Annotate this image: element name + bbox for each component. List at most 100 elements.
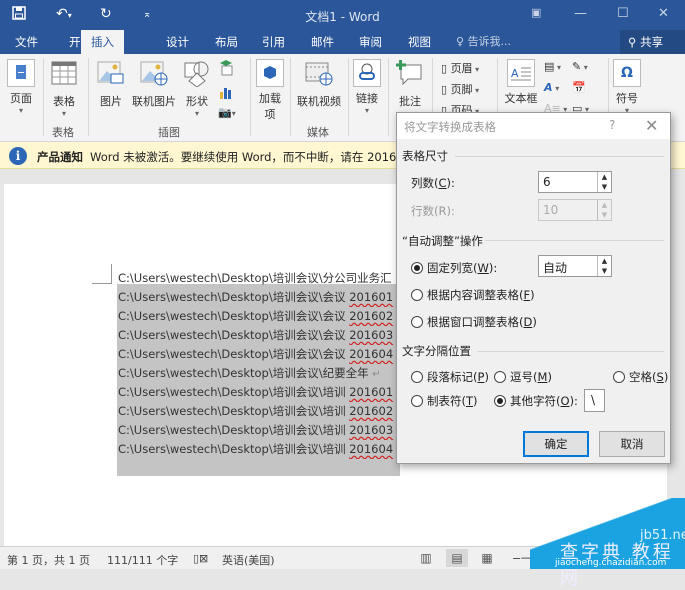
group-label-media: 媒体: [307, 126, 329, 139]
page-icon: [7, 59, 35, 87]
radio-icon: [411, 371, 423, 383]
quick-parts-icon[interactable]: ▤ ▾: [544, 60, 561, 73]
ok-button[interactable]: 确定: [523, 431, 589, 457]
spelling-error: 201601: [349, 385, 394, 399]
page-number-button[interactable]: ▯ 页码 ▾: [441, 102, 479, 112]
object-icon[interactable]: ▭ ▾: [572, 102, 589, 112]
column-width-value[interactable]: 自动: [543, 259, 567, 276]
columns-spinner[interactable]: 6 ▲ ▼: [538, 171, 612, 193]
chevron-down-icon: ▾: [61, 109, 66, 118]
spaces-radio[interactable]: 空格(S): [613, 369, 668, 385]
paragraph-mark-icon: ↵: [372, 369, 381, 380]
autofit-heading: “自动调整”操作: [402, 234, 483, 248]
addins-button[interactable]: 加载项: [256, 59, 284, 122]
autofit-window-radio[interactable]: 根据窗口调整表格(D): [411, 314, 537, 330]
group-separator: [88, 58, 89, 136]
symbol-button[interactable]: Ω 符号 ▾: [613, 59, 641, 115]
smartart-icon[interactable]: [218, 60, 234, 79]
drop-cap-icon[interactable]: A≡ ▾: [544, 102, 567, 112]
footer-button[interactable]: ▯ 页脚 ▾: [441, 81, 479, 97]
column-width-spinner[interactable]: 自动 ▲ ▼: [538, 255, 612, 277]
notice-message: Word 未被激活。要继续使用 Word，而不中断，请在 2016年: [90, 150, 408, 164]
radio-icon: [411, 395, 423, 407]
proofing-icon[interactable]: ▯⊠: [193, 552, 208, 565]
tab-review[interactable]: 审阅: [353, 30, 388, 54]
wordart-icon[interactable]: A ▾: [544, 81, 559, 94]
document-line[interactable]: C:\Users\westech\Desktop\培训会议\会议 201602: [118, 307, 396, 326]
shapes-button[interactable]: 形状 ▾: [183, 59, 211, 118]
spelling-error: 201602: [349, 404, 394, 418]
link-button[interactable]: 链接 ▾: [353, 59, 381, 115]
paragraph-marks-radio[interactable]: 段落标记(P): [411, 369, 489, 385]
header-button[interactable]: ▯ 页眉 ▾: [441, 60, 479, 76]
tab-references[interactable]: 引用: [256, 30, 291, 54]
help-button[interactable]: ?: [609, 118, 615, 132]
table-button[interactable]: 表格 ▾: [50, 59, 78, 118]
document-line[interactable]: C:\Users\westech\Desktop\培训会议\会议 201604: [118, 345, 396, 364]
pages-button[interactable]: 页面 ▾: [6, 59, 36, 115]
page-count[interactable]: 第 1 页，共 1 页: [7, 552, 90, 568]
radio-icon: [613, 371, 625, 383]
date-time-icon[interactable]: 📅: [572, 81, 586, 94]
web-layout-icon[interactable]: ▦: [476, 549, 498, 567]
document-line[interactable]: C:\Users\westech\Desktop\培训会议\纪要全年 ↵: [118, 364, 396, 383]
tab-file[interactable]: 文件: [9, 30, 44, 54]
spin-up-icon[interactable]: ▲: [598, 172, 611, 182]
document-line[interactable]: C:\Users\westech\Desktop\培训会议\会议 201603: [118, 326, 396, 345]
signature-line-icon[interactable]: ✎ ▾: [572, 60, 588, 73]
other-character-input[interactable]: \: [584, 389, 605, 412]
tab-view[interactable]: 视图: [402, 30, 437, 54]
online-video-button[interactable]: 联机视频: [294, 59, 344, 109]
table-icon: [50, 59, 78, 87]
document-line[interactable]: C:\Users\westech\Desktop\培训会议\培训 201602: [118, 402, 396, 421]
svg-text:A: A: [511, 67, 519, 80]
minimize-button[interactable]: —: [574, 6, 587, 21]
document-line[interactable]: C:\Users\westech\Desktop\培训会议\会议 201601: [118, 288, 396, 307]
print-layout-icon[interactable]: ▤: [446, 549, 468, 567]
online-video-icon: [305, 59, 333, 87]
document-line[interactable]: C:\Users\westech\Desktop\培训会议\培训 201601: [118, 383, 396, 402]
spin-down-icon[interactable]: ▼: [598, 266, 611, 276]
spin-down-icon[interactable]: ▼: [598, 182, 611, 192]
tell-me-search[interactable]: ♀ 告诉我...: [456, 30, 511, 54]
chart-icon[interactable]: [218, 84, 234, 103]
pictures-button[interactable]: 图片: [95, 59, 127, 109]
columns-value[interactable]: 6: [543, 175, 551, 189]
tabs-radio[interactable]: 制表符(T): [411, 393, 478, 409]
document-line[interactable]: C:\Users\westech\Desktop\培训会议\分公司业务汇: [118, 269, 396, 288]
group-separator: [348, 58, 349, 136]
maximize-button[interactable]: ☐: [617, 6, 629, 21]
language[interactable]: 英语(美国): [222, 552, 275, 568]
word-count[interactable]: 111/111 个字: [107, 552, 178, 568]
other-character-radio[interactable]: 其他字符(O):: [494, 393, 578, 409]
screenshot-icon[interactable]: 📷▾: [218, 106, 236, 119]
online-pictures-button[interactable]: 联机图片: [130, 59, 178, 109]
watermark-text: jiaocheng.chazidian.com: [555, 558, 667, 568]
separate-text-heading: 文字分隔位置: [402, 344, 471, 358]
textbox-button[interactable]: A 文本框: [503, 59, 539, 106]
cancel-button[interactable]: 取消: [599, 431, 665, 457]
document-line[interactable]: C:\Users\westech\Desktop\培训会议\培训 201603: [118, 421, 396, 440]
read-mode-icon[interactable]: ▥: [415, 549, 437, 567]
tab-design[interactable]: 设计: [160, 30, 195, 54]
fixed-column-width-radio[interactable]: 固定列宽(W):: [411, 260, 497, 276]
page-number-icon: ▯: [441, 104, 451, 112]
share-button[interactable]: ⚲ 共享: [620, 30, 685, 54]
comment-button[interactable]: 批注: [394, 59, 426, 109]
spelling-error: 201604: [349, 347, 394, 361]
vertical-scrollbar[interactable]: [669, 169, 685, 546]
autofit-contents-radio[interactable]: 根据内容调整表格(F): [411, 287, 535, 303]
spin-up-icon[interactable]: ▲: [598, 256, 611, 266]
omega-icon: Ω: [613, 59, 641, 87]
columns-label: 列数(C):: [411, 176, 455, 190]
document-line[interactable]: C:\Users\westech\Desktop\培训会议\培训 201604: [118, 440, 396, 459]
commas-radio[interactable]: 逗号(M): [494, 369, 552, 385]
tab-mailings[interactable]: 邮件: [305, 30, 340, 54]
rows-value: 10: [543, 203, 559, 217]
close-button[interactable]: ✕: [658, 6, 669, 21]
tab-insert[interactable]: 插入: [81, 30, 124, 54]
dialog-close-button[interactable]: ✕: [645, 116, 658, 135]
lightbulb-icon: ♀: [456, 35, 468, 48]
tab-layout[interactable]: 布局: [209, 30, 244, 54]
ribbon-display-options-icon[interactable]: ▣: [531, 6, 541, 19]
